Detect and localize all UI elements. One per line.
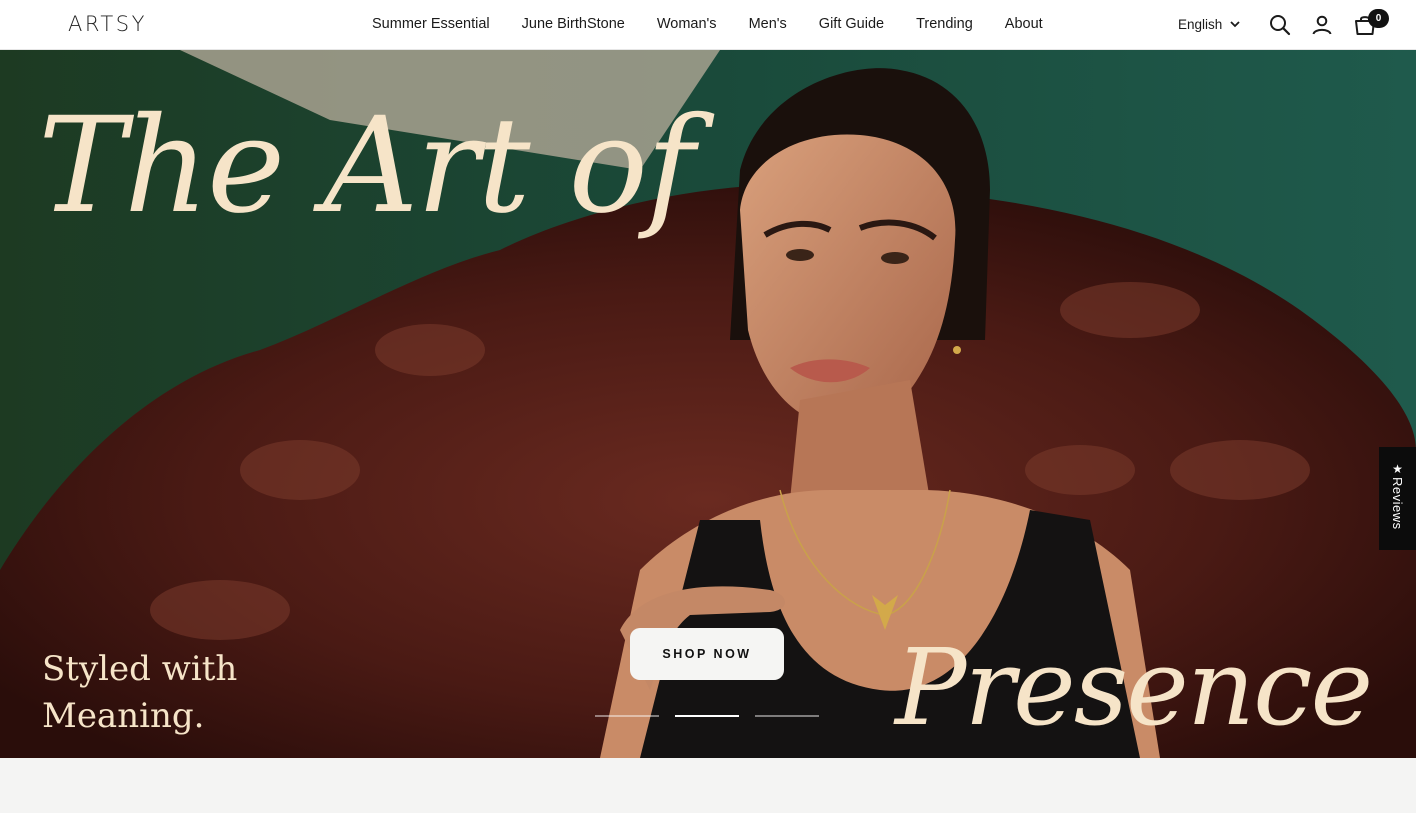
- nav-item-mens[interactable]: Men's: [749, 16, 787, 32]
- hero-headline-bottom: Presence: [895, 626, 1373, 749]
- account-icon: [1312, 15, 1332, 35]
- star-icon: ★: [1392, 462, 1403, 476]
- language-label: English: [1178, 17, 1223, 32]
- page-content-start: [0, 758, 1416, 813]
- reviews-tab[interactable]: ★ Reviews: [1379, 447, 1416, 550]
- slide-indicator-3[interactable]: [755, 715, 819, 717]
- shop-now-button[interactable]: SHOP NOW: [630, 628, 784, 680]
- nav-item-about[interactable]: About: [1005, 16, 1043, 32]
- slide-indicator-1[interactable]: [595, 715, 659, 717]
- search-button[interactable]: [1268, 13, 1292, 37]
- tagline-line-2: Meaning.: [42, 695, 205, 736]
- nav-item-june-birthstone[interactable]: June BirthStone: [522, 16, 625, 32]
- tagline-line-1: Styled with: [42, 649, 238, 689]
- nav-item-womans[interactable]: Woman's: [657, 16, 717, 32]
- hero-banner: The Art of Presence Styled with Meaning.…: [0, 50, 1416, 758]
- hero-headline-top: The Art of: [38, 89, 695, 243]
- slide-indicators: [595, 715, 819, 717]
- account-button[interactable]: [1310, 13, 1334, 37]
- nav-item-gift-guide[interactable]: Gift Guide: [819, 16, 884, 32]
- search-icon: [1270, 15, 1291, 36]
- nav-item-trending[interactable]: Trending: [916, 16, 973, 32]
- reviews-label: Reviews: [1390, 477, 1405, 530]
- main-nav: Summer Essential June BirthStone Woman's…: [372, 16, 1043, 32]
- hero-tagline: Styled with Meaning.: [42, 646, 237, 740]
- cart-count-badge: 0: [1368, 9, 1389, 28]
- site-header: ARTSY Summer Essential June BirthStone W…: [0, 0, 1416, 50]
- nav-item-summer-essential[interactable]: Summer Essential: [372, 16, 490, 32]
- slide-indicator-2[interactable]: [675, 715, 739, 717]
- chevron-down-icon: [1230, 21, 1240, 28]
- brand-logo[interactable]: ARTSY: [68, 12, 147, 36]
- language-selector[interactable]: English: [1178, 17, 1240, 32]
